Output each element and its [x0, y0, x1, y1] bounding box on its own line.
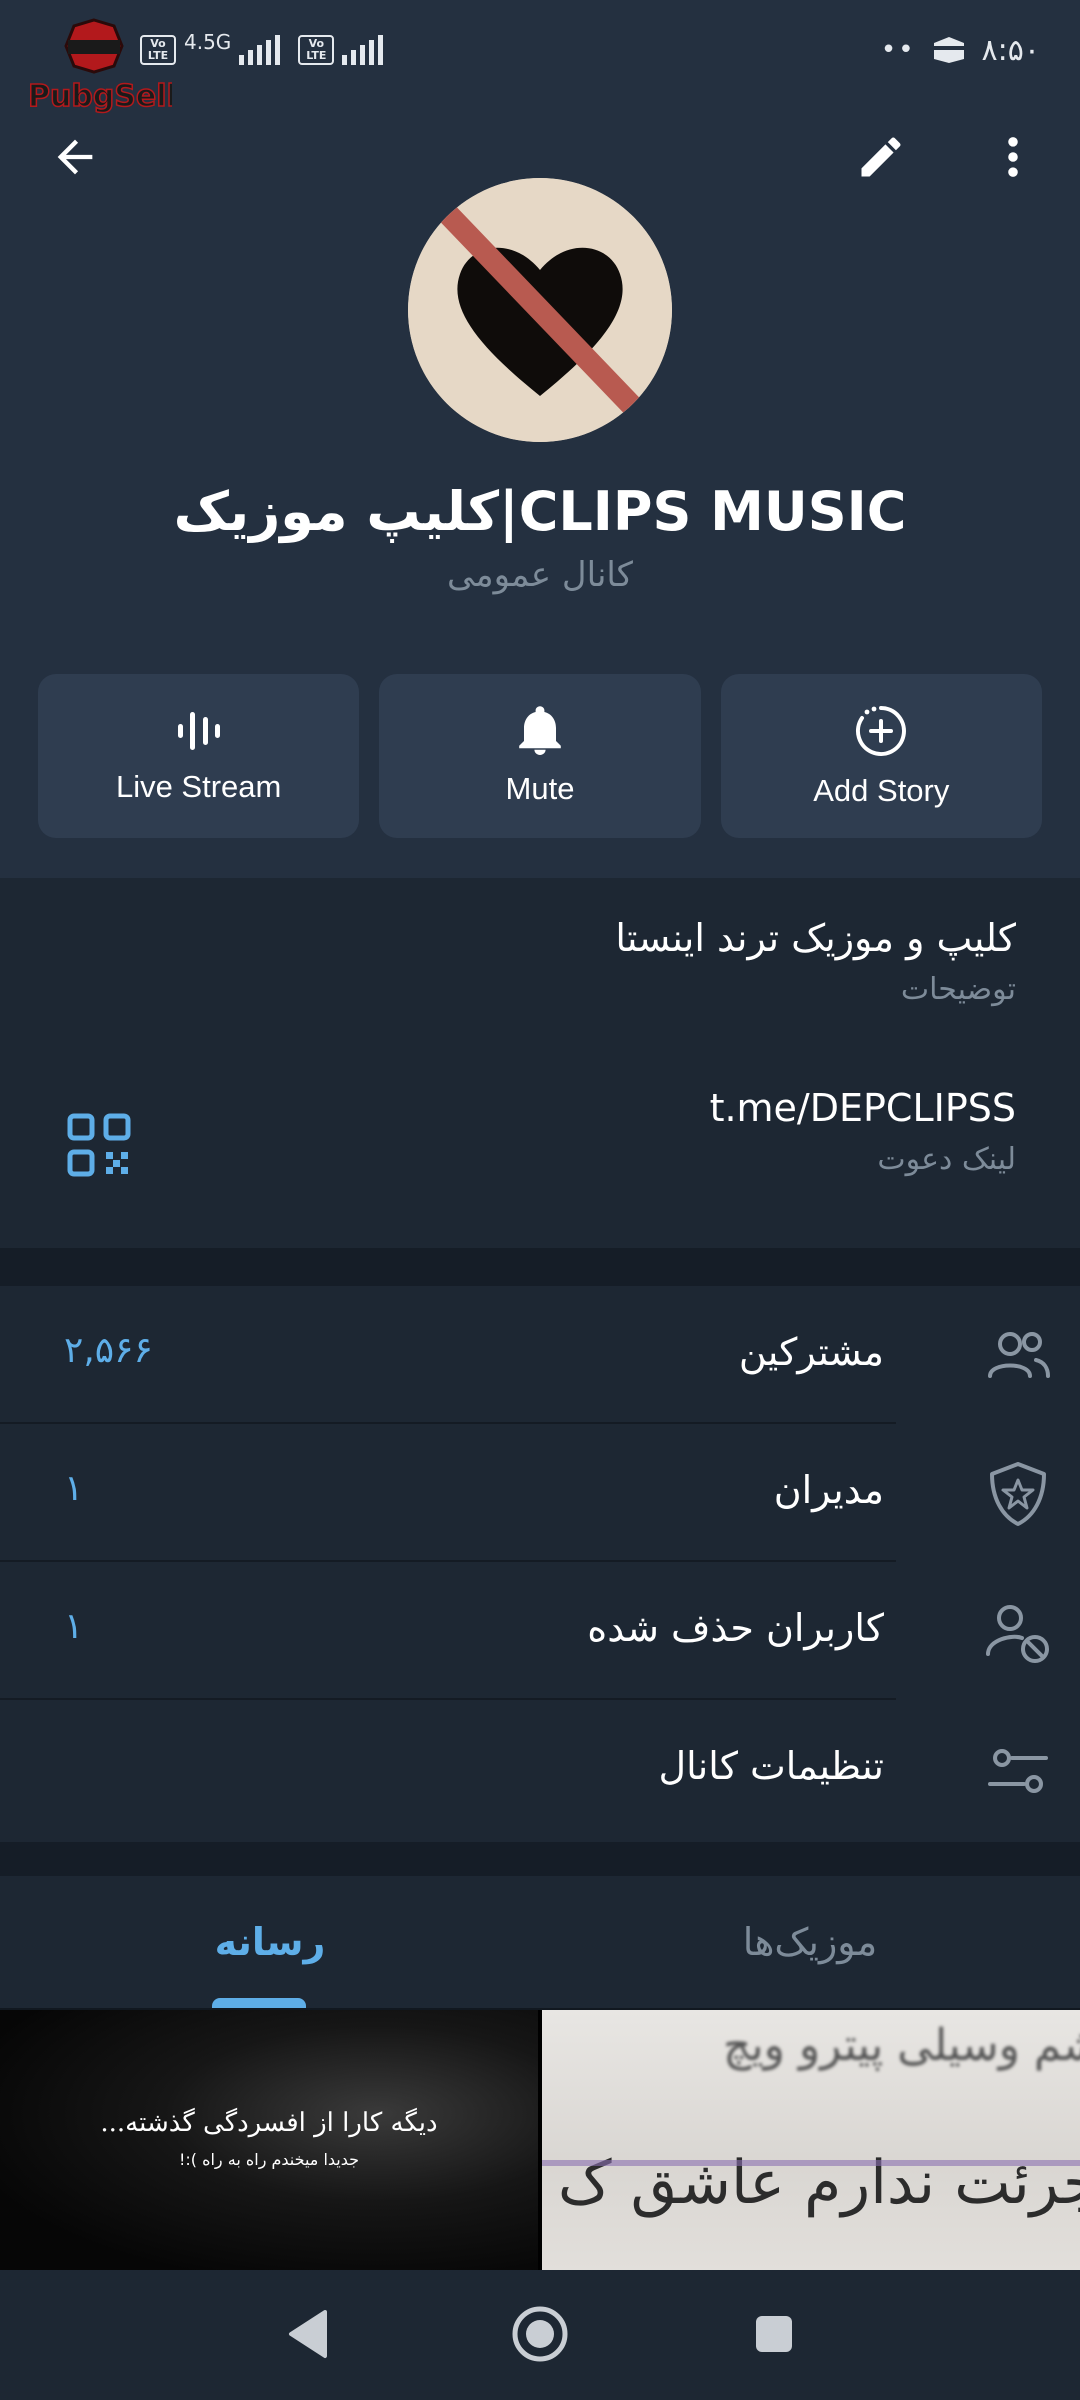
media-text-top: شم وسیلی پیترو ویچ	[723, 2020, 1080, 2071]
highlight-stroke	[542, 2160, 1080, 2166]
profile-header: PubgSell Vo LTE 4.5G Vo LTE •• ۸:۵۰ کلیپ…	[0, 0, 1080, 878]
more-options-button[interactable]	[968, 112, 1058, 202]
description-label: توضیحات	[900, 972, 1016, 1007]
system-navigation-bar	[0, 2270, 1080, 2400]
mute-label: Mute	[505, 771, 575, 806]
live-stream-label: Live Stream	[115, 769, 282, 804]
status-right-group: •• ۸:۵۰	[881, 30, 1040, 70]
admins-count: ۱	[64, 1468, 84, 1509]
media-caption: دیگه کارا از افسردگی گذشته...	[100, 2108, 438, 2138]
media-subcaption: جدیدا میخندم راه به راه ):!	[178, 2150, 360, 2169]
list-item-removed-users[interactable]: کاربران حذف شده ۱	[0, 1562, 1080, 1700]
removed-users-label: کاربران حذف شده	[587, 1606, 884, 1650]
broken-heart-avatar-image	[408, 178, 672, 442]
watermark-text: PubgSell	[28, 79, 172, 114]
arrow-left-icon	[57, 139, 93, 175]
live-stream-icon	[177, 712, 220, 750]
volte-badge-2: Vo LTE	[298, 35, 335, 65]
channel-avatar[interactable]	[408, 178, 672, 442]
clock: ۸:۵۰	[981, 32, 1040, 68]
nav-recents-button[interactable]	[734, 2294, 814, 2374]
status-bar: PubgSell Vo LTE 4.5G Vo LTE •• ۸:۵۰	[0, 0, 1080, 115]
channel-info-section: کلیپ و موزیک ترند اینستا توضیحات t.me/DE…	[0, 878, 1080, 1248]
subscribers-icon	[988, 1332, 1050, 1378]
live-stream-button[interactable]: Live Stream	[38, 674, 360, 838]
list-item-channel-settings[interactable]: تنظیمات کانال	[0, 1700, 1080, 1838]
tab-media[interactable]: رسانه	[0, 1876, 540, 2008]
kaaba-icon	[933, 37, 964, 63]
add-story-icon	[856, 706, 907, 756]
bell-icon	[519, 706, 561, 755]
qr-code-button[interactable]	[64, 1110, 134, 1180]
description-row[interactable]: کلیپ و موزیک ترند اینستا توضیحات	[615, 916, 1016, 1007]
media-text-bottom: جرئت ندارم عاشق ک	[557, 2148, 1080, 2218]
add-story-button[interactable]: Add Story	[720, 674, 1042, 838]
edit-button[interactable]	[836, 112, 926, 202]
qr-code-icon	[67, 1113, 131, 1177]
invite-link-label: لینک دعوت	[877, 1142, 1016, 1177]
tab-music[interactable]: موزیک‌ها	[540, 1876, 1080, 2008]
section-separator	[0, 1248, 1080, 1286]
volte-badge-1: Vo LTE	[140, 35, 176, 65]
invite-link-row[interactable]: t.me/DEPCLIPSS لینک دعوت	[710, 1086, 1016, 1177]
pencil-icon	[861, 137, 901, 177]
list-item-subscribers[interactable]: مشترکین ۲,۵۶۶	[0, 1286, 1080, 1424]
channel-name: کلیپ موزیک|CLIPS MUSIC	[173, 480, 907, 543]
add-story-label: Add Story	[813, 773, 950, 808]
removed-users-count: ۱	[64, 1606, 84, 1647]
app-root: PubgSell Vo LTE 4.5G Vo LTE •• ۸:۵۰ کلیپ…	[0, 0, 1080, 2400]
media-thumbnail[interactable]: شم وسیلی پیترو ویچ جرئت ندارم عاشق ک	[542, 2010, 1080, 2270]
settings-sliders-icon	[988, 1749, 1048, 1793]
media-thumbnail[interactable]: دیگه کارا از افسردگی گذشته... جدیدا میخن…	[0, 2010, 538, 2270]
triangle-back-icon	[289, 2310, 327, 2358]
description-text: کلیپ و موزیک ترند اینستا	[615, 916, 1016, 960]
active-tab-indicator	[212, 1998, 306, 2008]
subscribers-label: مشترکین	[738, 1330, 884, 1374]
media-tabs: رسانه موزیک‌ها	[0, 1876, 1080, 2010]
signal-icon-2	[342, 35, 384, 65]
nav-back-button[interactable]	[268, 2294, 348, 2374]
admins-icon	[990, 1462, 1046, 1526]
home-circle-icon	[512, 2306, 568, 2362]
more-vertical-icon	[1008, 137, 1018, 177]
channel-settings-label: تنظیمات کانال	[658, 1744, 884, 1788]
square-recents-icon	[756, 2316, 792, 2352]
channel-management-list: مشترکین ۲,۵۶۶ مدیران ۱ کاربران حذف شده ۱	[0, 1286, 1080, 1842]
subscribers-count: ۲,۵۶۶	[64, 1330, 153, 1371]
removed-users-icon	[986, 1605, 1049, 1663]
invite-link-text: t.me/DEPCLIPSS	[709, 1086, 1016, 1130]
back-button[interactable]	[30, 112, 120, 202]
mute-button[interactable]: Mute	[379, 674, 701, 838]
notification-dots: ••	[880, 35, 916, 65]
media-grid: دیگه کارا از افسردگی گذشته... جدیدا میخن…	[0, 2010, 1080, 2270]
channel-type: کانال عمومی	[447, 555, 633, 595]
network-type: 4.5G	[184, 30, 232, 54]
list-item-admins[interactable]: مدیران ۱	[0, 1424, 1080, 1562]
nav-home-button[interactable]	[500, 2294, 580, 2374]
admins-label: مدیران	[773, 1468, 884, 1512]
action-buttons: Live Stream Mute Add Story	[38, 674, 1042, 838]
status-left-group: Vo LTE 4.5G Vo LTE	[140, 30, 384, 70]
section-separator	[0, 1842, 1080, 1876]
signal-icon-1	[239, 35, 281, 65]
